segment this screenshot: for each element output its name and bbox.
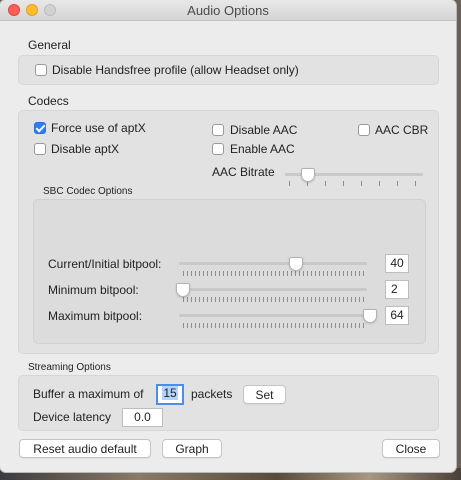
current-bitpool-track bbox=[179, 262, 367, 265]
enable-aac-checkbox[interactable] bbox=[212, 143, 224, 155]
maximum-bitpool-thumb[interactable] bbox=[363, 309, 377, 323]
aac-bitrate-thumb[interactable] bbox=[301, 168, 315, 182]
minimum-bitpool-thumb[interactable] bbox=[176, 283, 190, 297]
maximum-bitpool-track bbox=[179, 314, 367, 317]
minimum-bitpool-ticks bbox=[183, 297, 364, 302]
device-latency-label: Device latency bbox=[33, 410, 112, 424]
streaming-section-title: Streaming Options bbox=[28, 362, 111, 373]
title-bar: Audio Options bbox=[0, 0, 456, 21]
aac-bitrate-label: AAC Bitrate bbox=[212, 165, 275, 179]
audio-options-window: Audio Options General Disable Handsfree … bbox=[0, 0, 456, 472]
close-button[interactable]: Close bbox=[382, 439, 440, 458]
minimum-bitpool-track bbox=[179, 288, 367, 291]
current-bitpool-field[interactable]: 40 bbox=[385, 254, 409, 273]
set-buffer-button[interactable]: Set bbox=[243, 385, 286, 404]
maximum-bitpool-label: Maximum bitpool: bbox=[48, 309, 143, 323]
maximum-bitpool-slider[interactable] bbox=[179, 307, 377, 329]
disable-handsfree-label: Disable Handsfree profile (allow Headset… bbox=[52, 63, 299, 77]
codecs-section-title: Codecs bbox=[28, 94, 69, 108]
sbc-section-box: Current/Initial bitpool: 40 Minimum bitp… bbox=[33, 199, 426, 344]
graph-button[interactable]: Graph bbox=[162, 439, 222, 458]
minimum-bitpool-label: Minimum bitpool: bbox=[48, 283, 139, 297]
streaming-section-box: Buffer a maximum of 15 packets Set Devic… bbox=[18, 375, 439, 431]
reset-audio-default-button[interactable]: Reset audio default bbox=[19, 439, 151, 458]
current-bitpool-thumb[interactable] bbox=[289, 257, 303, 271]
maximum-bitpool-field[interactable]: 64 bbox=[385, 306, 409, 325]
buffer-packets-field[interactable]: 15 bbox=[156, 384, 184, 405]
disable-aptx-label: Disable aptX bbox=[51, 142, 120, 156]
buffer-suffix-label: packets bbox=[191, 387, 233, 401]
enable-aac-label: Enable AAC bbox=[230, 142, 295, 156]
sbc-section-title: SBC Codec Options bbox=[43, 186, 133, 197]
minimum-bitpool-slider[interactable] bbox=[176, 281, 367, 303]
current-bitpool-label: Current/Initial bitpool: bbox=[48, 257, 162, 271]
aac-bitrate-slider[interactable] bbox=[285, 167, 423, 189]
current-bitpool-ticks bbox=[183, 271, 364, 276]
force-aptx-label: Force use of aptX bbox=[51, 121, 146, 135]
minimum-bitpool-field[interactable]: 2 bbox=[385, 280, 409, 299]
device-latency-field[interactable]: 0.0 bbox=[122, 408, 163, 427]
codecs-section-box: Force use of aptX Disable aptX Disable A… bbox=[18, 110, 439, 354]
buffer-packets-value: 15 bbox=[162, 386, 178, 400]
aac-cbr-checkbox[interactable] bbox=[358, 124, 370, 136]
disable-aac-checkbox[interactable] bbox=[212, 124, 224, 136]
general-section-box: Disable Handsfree profile (allow Headset… bbox=[18, 55, 439, 85]
buffer-prefix-label: Buffer a maximum of bbox=[33, 387, 144, 401]
disable-handsfree-checkbox[interactable] bbox=[35, 64, 47, 76]
window-title: Audio Options bbox=[187, 3, 269, 18]
aac-cbr-label: AAC CBR bbox=[375, 123, 429, 137]
force-aptx-checkbox[interactable] bbox=[34, 122, 46, 134]
maximum-bitpool-ticks bbox=[183, 323, 364, 328]
disable-aac-label: Disable AAC bbox=[230, 123, 298, 137]
current-bitpool-slider[interactable] bbox=[179, 255, 367, 277]
general-section-title: General bbox=[28, 38, 71, 52]
disable-aptx-checkbox[interactable] bbox=[34, 143, 46, 155]
